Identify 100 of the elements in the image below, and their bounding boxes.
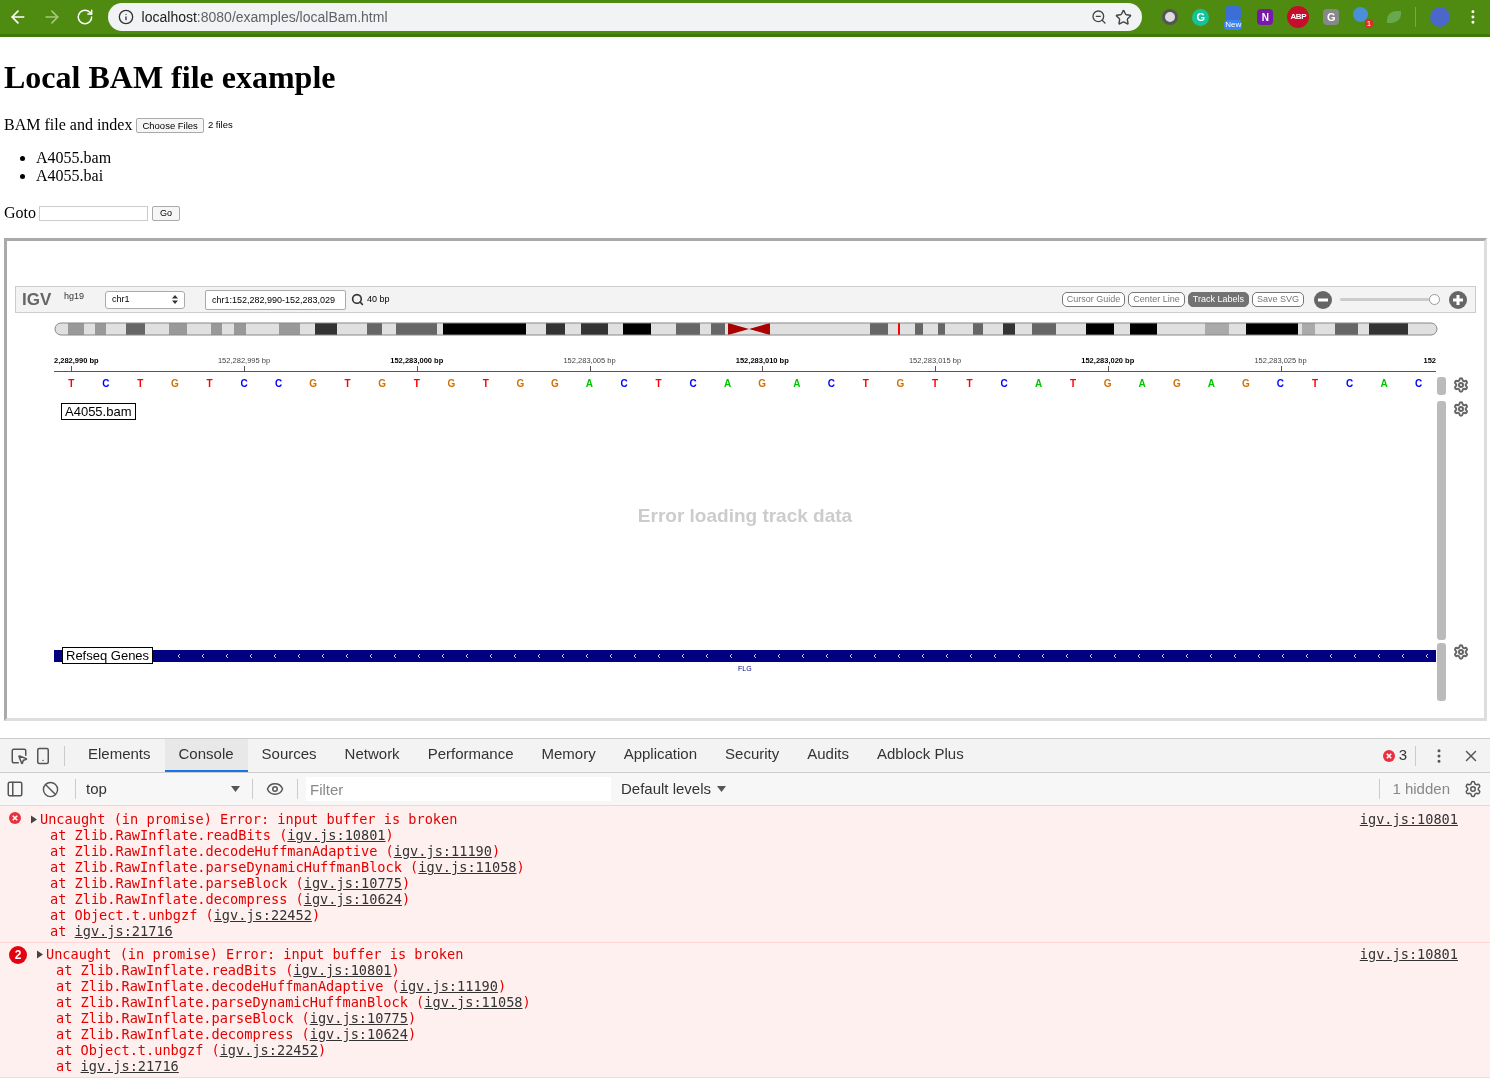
locus-field[interactable]: chr1:152,282,990-152,283,029	[205, 289, 346, 310]
bullet-icon	[20, 155, 25, 161]
source-link[interactable]: igv.js:10775	[309, 1010, 408, 1026]
error-count[interactable]: 3	[1398, 744, 1407, 767]
source-link[interactable]: igv.js:21716	[74, 923, 173, 939]
base-letter: C	[689, 377, 697, 391]
clear-icon[interactable]	[42, 780, 59, 798]
base-letter: A	[793, 377, 801, 391]
reload-icon[interactable]	[75, 8, 94, 26]
extension-icon[interactable]	[1162, 9, 1179, 25]
source-link[interactable]: igv.js:21716	[80, 1058, 179, 1074]
source-link[interactable]: igv.js:10801	[1359, 811, 1458, 827]
devtools-tab[interactable]: Audits	[793, 739, 863, 772]
context-select[interactable]: top	[80, 777, 246, 801]
info-icon[interactable]	[117, 9, 134, 25]
devtools-tab[interactable]: Sources	[247, 739, 331, 772]
stack-frame: at Zlib.RawInflate.readBits (igv.js:10801)	[30, 827, 394, 843]
scrollbar[interactable]	[1437, 377, 1446, 395]
source-link[interactable]: igv.js:11058	[424, 994, 523, 1010]
base-letter: T	[655, 377, 662, 391]
file-name: A4055.bai	[36, 167, 104, 185]
goto-label: Goto	[4, 203, 36, 223]
devtools-tab[interactable]: Security	[711, 739, 794, 772]
stack-frame: at igv.js:21716	[30, 923, 173, 939]
source-link[interactable]: igv.js:11190	[393, 843, 492, 859]
base-letter: G	[551, 377, 559, 391]
extension-icon[interactable]: ABP	[1287, 6, 1310, 28]
source-link[interactable]: igv.js:10624	[303, 891, 402, 907]
base-letter: T	[1311, 377, 1318, 391]
goto-field[interactable]	[39, 205, 148, 221]
url-text: localhost:8080/examples/localBam.html	[141, 7, 389, 27]
zoom-slider[interactable]	[1340, 293, 1440, 306]
stack-frame: at Object.t.unbgzf (igv.js:22452)	[36, 1042, 327, 1058]
sidebar-icon[interactable]	[6, 780, 24, 798]
eye-icon[interactable]	[266, 780, 284, 798]
settings-icon[interactable]	[1453, 644, 1469, 660]
extension-icon[interactable]: G	[1323, 9, 1340, 25]
updown-icon	[172, 295, 178, 304]
zoom-in-icon[interactable]	[1449, 290, 1467, 309]
base-letter: T	[862, 377, 869, 391]
igv-logo: IGV	[22, 288, 53, 311]
source-link[interactable]: igv.js:22452	[213, 907, 312, 923]
scrollbar[interactable]	[1437, 401, 1446, 640]
choose-files-button[interactable]: Choose Files	[136, 117, 204, 133]
toolbar-button[interactable]: Cursor Guide	[1061, 292, 1126, 307]
base-letter: G	[1103, 377, 1112, 391]
base-letter: A	[1138, 377, 1146, 391]
devtools-tab[interactable]: Memory	[527, 739, 610, 772]
expand-icon[interactable]	[36, 949, 44, 959]
base-letter: A	[1034, 377, 1043, 391]
extension-icon[interactable]: N	[1257, 9, 1274, 25]
source-link[interactable]: igv.js:10801	[1359, 946, 1458, 962]
base-letter: C	[827, 377, 835, 391]
devtools-tab[interactable]: Elements	[74, 739, 165, 772]
inspect-icon[interactable]	[10, 746, 28, 765]
zoom-icon[interactable]	[1091, 9, 1108, 25]
devtools-tab[interactable]: Application	[609, 739, 712, 772]
error-icon	[9, 812, 21, 824]
source-link[interactable]: igv.js:10801	[287, 827, 386, 843]
slider-thumb[interactable]	[1429, 294, 1440, 305]
source-link[interactable]: igv.js:11058	[418, 859, 517, 875]
go-button[interactable]: Go	[152, 205, 180, 221]
track-label: A4055.bam	[61, 403, 136, 420]
source-link[interactable]: igv.js:10624	[309, 1026, 408, 1042]
settings-icon[interactable]	[1453, 377, 1469, 393]
bookmark-icon[interactable]	[1115, 8, 1133, 26]
chromosome-select[interactable]: chr1	[105, 290, 185, 309]
toolbar-button[interactable]: Save SVG	[1251, 292, 1304, 307]
file-status: 2 files	[207, 117, 233, 132]
zoom-out-icon[interactable]	[1314, 290, 1332, 309]
toolbar-button[interactable]: Track Labels	[1187, 292, 1249, 307]
toolbar-button[interactable]: Center Line	[1128, 292, 1185, 307]
stack-frame: at Zlib.RawInflate.parseBlock (igv.js:10775)	[30, 875, 411, 891]
filter-field[interactable]: Filter	[306, 777, 611, 801]
device-icon[interactable]	[34, 746, 52, 765]
gene-feature[interactable]	[54, 650, 1436, 662]
address-bar[interactable]: localhost:8080/examples/localBam.html	[107, 3, 1143, 31]
settings-icon[interactable]	[1453, 401, 1469, 417]
source-link[interactable]: igv.js:10775	[303, 875, 402, 891]
settings-icon[interactable]	[1464, 780, 1482, 798]
source-link[interactable]: igv.js:10801	[293, 962, 392, 978]
track-label: Refseq Genes	[62, 647, 154, 664]
devtools-tab[interactable]: Performance	[413, 739, 528, 772]
scrollbar[interactable]	[1437, 643, 1446, 701]
expand-icon[interactable]	[30, 814, 38, 824]
base-letter: T	[482, 377, 489, 391]
devtools-tab[interactable]: Console	[164, 739, 248, 772]
devtools-tab[interactable]: Network	[330, 739, 414, 772]
devtools-tab[interactable]: Adblock Plus	[862, 739, 978, 772]
base-letter: A	[585, 377, 594, 391]
error-message: Uncaught (in promise) Error: input buffer is broken	[46, 946, 464, 962]
levels-dropdown[interactable]: Default levels	[621, 777, 727, 801]
base-letter: T	[413, 377, 420, 391]
caret-icon	[231, 786, 240, 792]
base-letter: G	[896, 377, 905, 391]
source-link[interactable]: igv.js:11190	[399, 978, 498, 994]
stack-frame: at Zlib.RawInflate.parseBlock (igv.js:10775)	[36, 1010, 417, 1026]
source-link[interactable]: igv.js:22452	[219, 1042, 318, 1058]
search-icon[interactable]	[351, 293, 364, 306]
chromosome-ideogram[interactable]	[54, 322, 1438, 336]
